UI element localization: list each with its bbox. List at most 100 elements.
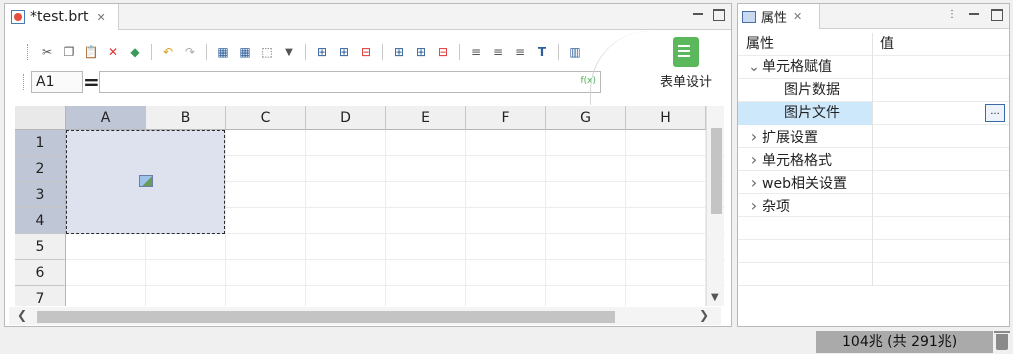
horizontal-scroll-thumb[interactable] bbox=[37, 311, 615, 323]
copy-icon[interactable]: ❐ bbox=[60, 43, 78, 61]
row-header[interactable]: 3 bbox=[15, 182, 66, 208]
chevron-down-icon[interactable]: ⌄ bbox=[746, 56, 762, 79]
column-header[interactable]: C bbox=[226, 106, 306, 130]
column-header[interactable]: G bbox=[546, 106, 626, 130]
cut-icon[interactable]: ✂ bbox=[38, 43, 56, 61]
empty-row bbox=[738, 217, 1009, 240]
property-row[interactable]: › 扩展设置 bbox=[738, 125, 1009, 148]
chart-icon[interactable]: ▥ bbox=[566, 43, 584, 61]
eraser-icon[interactable]: ◆ bbox=[126, 43, 144, 61]
toolbar-separator bbox=[558, 44, 559, 60]
minimize-icon[interactable] bbox=[969, 13, 979, 21]
property-value-header: 值 bbox=[880, 36, 894, 52]
row-header[interactable]: 2 bbox=[15, 156, 66, 182]
chevron-right-icon[interactable]: › bbox=[746, 171, 762, 194]
align-center-icon[interactable]: ≡ bbox=[489, 43, 507, 61]
editor-tab-title: *test.brt bbox=[30, 9, 89, 25]
merged-image-cell[interactable] bbox=[66, 130, 225, 234]
merge-cells-icon[interactable]: ▦ bbox=[214, 43, 232, 61]
column-header[interactable]: E bbox=[386, 106, 466, 130]
garbage-collect-icon[interactable] bbox=[994, 331, 1010, 350]
grid-icon[interactable]: ▦ bbox=[236, 43, 254, 61]
property-value[interactable] bbox=[874, 148, 1009, 171]
insert-col-left-icon[interactable]: ⊞ bbox=[390, 43, 408, 61]
paste-icon[interactable]: 📋 bbox=[82, 43, 100, 61]
properties-tab[interactable]: 属性 ✕ bbox=[738, 4, 820, 29]
column-header[interactable]: B bbox=[146, 106, 226, 130]
editor-tabbar: *test.brt ✕ bbox=[5, 4, 731, 30]
insert-row-above-icon[interactable]: ⊞ bbox=[313, 43, 331, 61]
chevron-right-icon[interactable]: › bbox=[746, 194, 762, 217]
row-header[interactable]: 7 bbox=[15, 286, 66, 306]
maximize-icon[interactable] bbox=[991, 9, 1003, 21]
property-label: 单元格格式 bbox=[762, 153, 832, 169]
property-value[interactable] bbox=[874, 79, 1009, 102]
property-row[interactable]: ⌄ 单元格赋值 bbox=[738, 56, 1009, 79]
align-right-icon[interactable]: ≡ bbox=[511, 43, 529, 61]
property-label: 扩展设置 bbox=[762, 130, 818, 146]
scroll-right-icon[interactable]: ❯ bbox=[699, 308, 709, 322]
empty-cell bbox=[738, 240, 873, 263]
text-format-icon[interactable]: T bbox=[533, 43, 551, 61]
row-header[interactable]: 4 bbox=[15, 208, 66, 234]
property-name-header: 属性 bbox=[738, 33, 873, 56]
scroll-down-icon[interactable]: ▼ bbox=[711, 292, 719, 303]
chevron-right-icon[interactable]: › bbox=[746, 148, 762, 171]
cell-reference-box[interactable]: A1 bbox=[31, 71, 83, 93]
undo-icon[interactable]: ↶ bbox=[159, 43, 177, 61]
chevron-right-icon[interactable]: › bbox=[746, 125, 762, 148]
properties-tabbar: 属性 ✕ ⋮ bbox=[738, 4, 1009, 29]
border-icon[interactable]: ⬚ bbox=[258, 43, 276, 61]
formula-input[interactable]: f(x) bbox=[99, 71, 601, 93]
spreadsheet-grid[interactable]: ABCDEFGH 1234567 bbox=[15, 106, 725, 306]
close-tab-icon[interactable]: ✕ bbox=[96, 11, 105, 24]
property-row[interactable]: › 杂项 bbox=[738, 194, 1009, 217]
scroll-left-icon[interactable]: ❮ bbox=[17, 308, 27, 322]
column-header[interactable]: F bbox=[466, 106, 546, 130]
column-header[interactable]: H bbox=[626, 106, 706, 130]
maximize-icon[interactable] bbox=[713, 9, 725, 21]
property-label: 图片数据 bbox=[784, 82, 840, 98]
row-header[interactable]: 5 bbox=[15, 234, 66, 260]
grid-line bbox=[225, 130, 226, 306]
properties-pane: 属性 ✕ ⋮ 属性 值 ⌄ 单元格赋值 图片数据 图片文件... › 扩展设置 › 单元格格式… bbox=[737, 3, 1010, 327]
row-header[interactable]: 6 bbox=[15, 260, 66, 286]
property-row[interactable]: › web相关设置 bbox=[738, 171, 1009, 194]
column-header[interactable]: D bbox=[306, 106, 386, 130]
align-left-icon[interactable]: ≡ bbox=[467, 43, 485, 61]
insert-row-below-icon[interactable]: ⊞ bbox=[335, 43, 353, 61]
row-header[interactable]: 1 bbox=[15, 130, 66, 156]
vertical-scrollbar[interactable]: ▼ bbox=[706, 106, 724, 306]
grid-corner[interactable] bbox=[15, 106, 66, 130]
property-name: › 杂项 bbox=[738, 194, 873, 217]
property-value[interactable] bbox=[874, 194, 1009, 217]
property-row[interactable]: 图片数据 bbox=[738, 79, 1009, 102]
delete-row-icon[interactable]: ⊟ bbox=[357, 43, 375, 61]
property-value[interactable]: ... bbox=[874, 102, 1009, 125]
vertical-scroll-thumb[interactable] bbox=[711, 128, 722, 214]
property-name: ⌄ 单元格赋值 bbox=[738, 56, 873, 79]
column-header[interactable]: A bbox=[66, 106, 146, 130]
horizontal-scrollbar[interactable]: ❮ ❯ bbox=[9, 307, 721, 325]
property-row[interactable]: 图片文件... bbox=[738, 102, 1009, 125]
delete-icon[interactable]: ✕ bbox=[104, 43, 122, 61]
browse-button[interactable]: ... bbox=[985, 104, 1005, 122]
form-design-button[interactable]: 表单设计 bbox=[651, 37, 721, 90]
close-tab-icon[interactable]: ✕ bbox=[793, 10, 802, 23]
toolbar-grip bbox=[27, 44, 30, 60]
property-name: › 扩展设置 bbox=[738, 125, 873, 148]
property-value[interactable] bbox=[874, 171, 1009, 194]
redo-icon[interactable]: ↷ bbox=[181, 43, 199, 61]
editor-tab[interactable]: *test.brt ✕ bbox=[5, 4, 119, 30]
view-menu-icon[interactable]: ⋮ bbox=[947, 9, 957, 21]
dropdown-arrow-icon[interactable]: ▼ bbox=[280, 43, 298, 61]
toolbar-separator bbox=[459, 44, 460, 60]
delete-col-icon[interactable]: ⊟ bbox=[434, 43, 452, 61]
property-row[interactable]: › 单元格格式 bbox=[738, 148, 1009, 171]
property-value[interactable] bbox=[874, 56, 1009, 79]
property-value[interactable] bbox=[874, 125, 1009, 148]
insert-col-right-icon[interactable]: ⊞ bbox=[412, 43, 430, 61]
minimize-icon[interactable] bbox=[693, 13, 703, 21]
toolbar-separator bbox=[382, 44, 383, 60]
property-label: web相关设置 bbox=[762, 176, 847, 192]
